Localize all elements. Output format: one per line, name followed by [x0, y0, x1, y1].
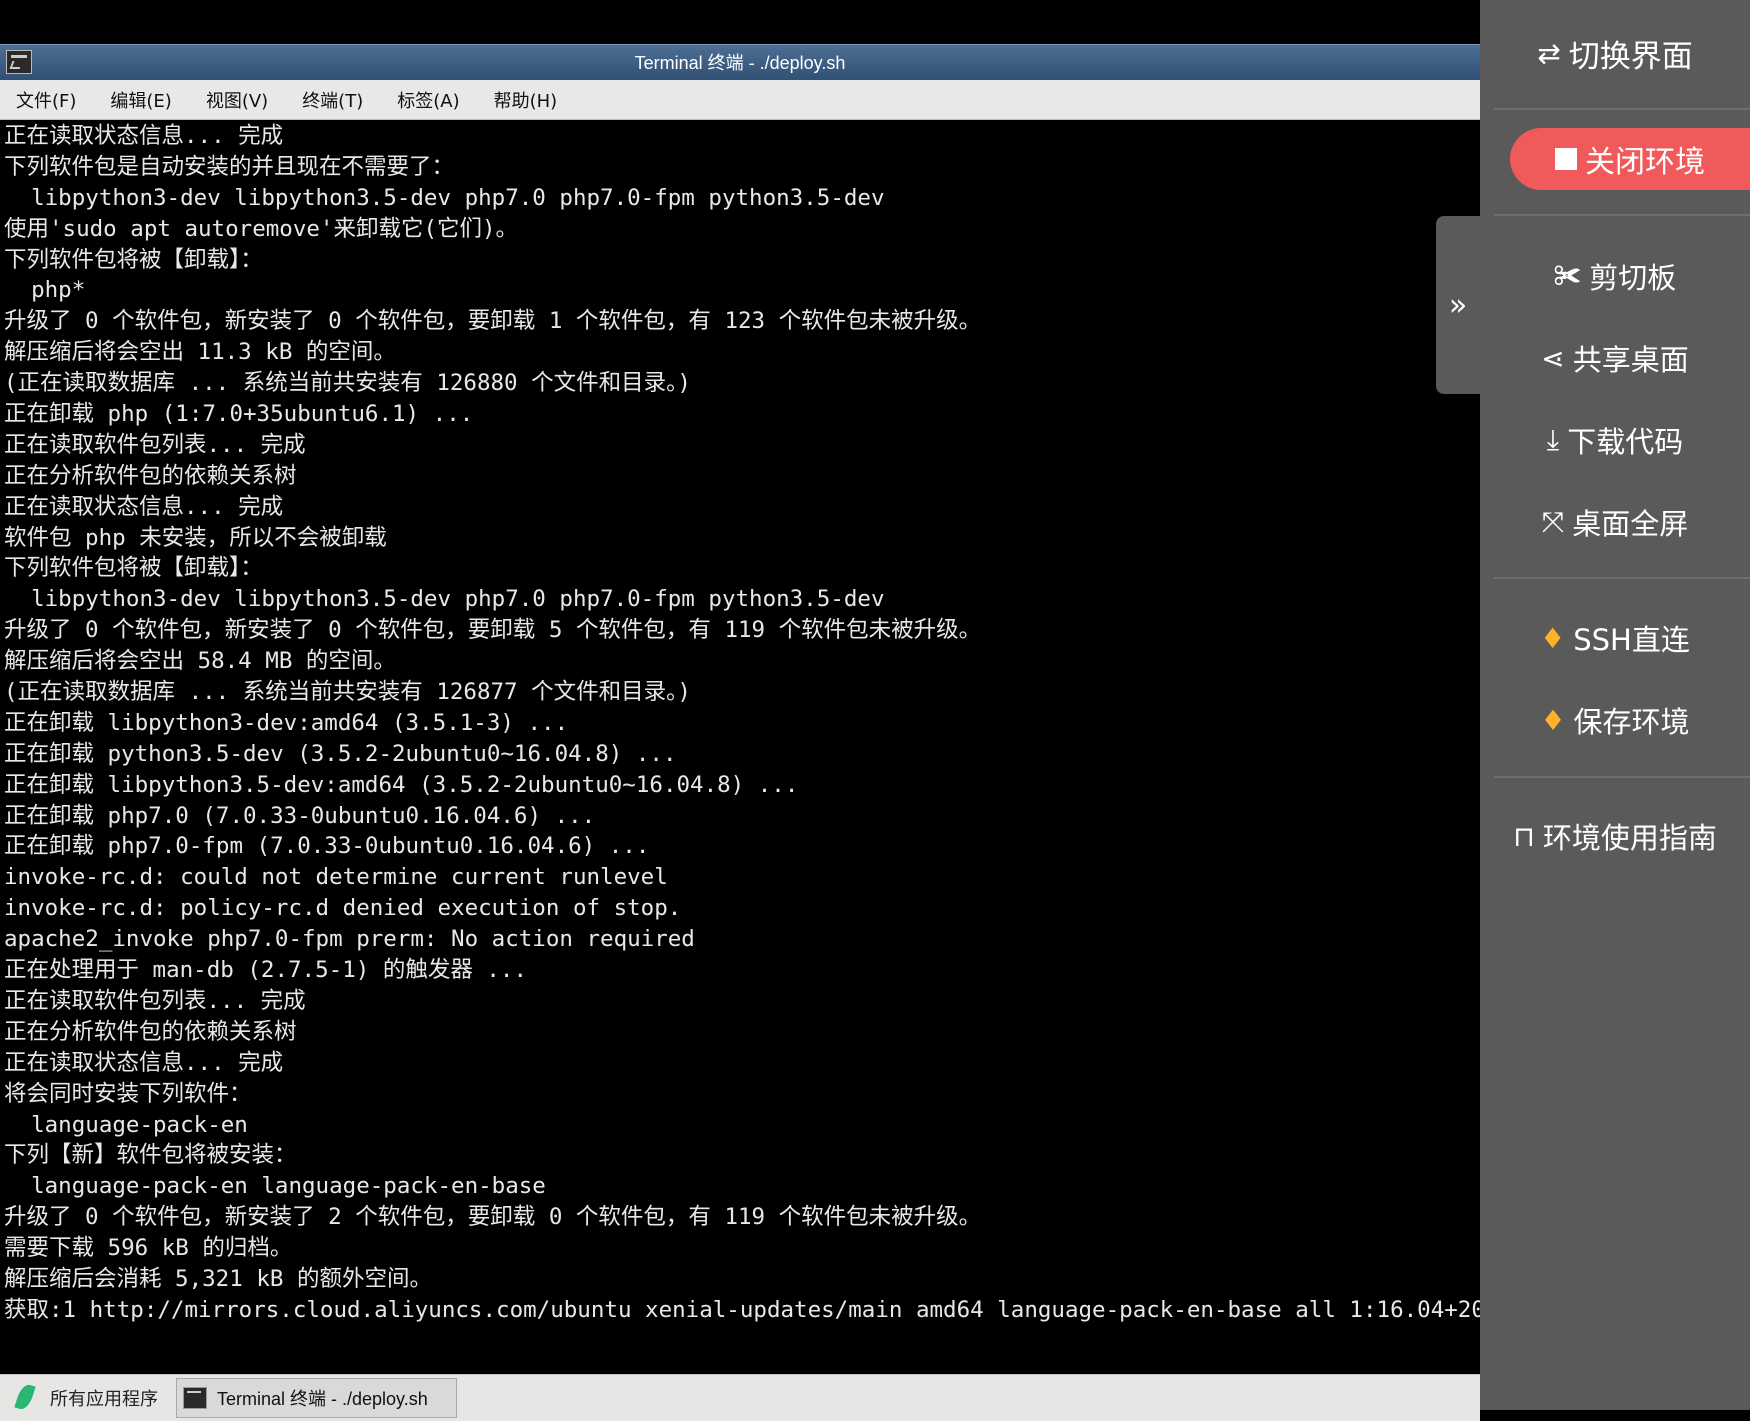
- clipboard-label: 剪切板: [1589, 261, 1677, 295]
- console-line: 将会同时安装下列软件：: [4, 1080, 252, 1107]
- console-line: 正在读取状态信息... 完成: [4, 493, 284, 520]
- side-panel: ⇄ 切换界面 关闭环境 ✀ 剪切板 ⋖ 共享桌面 ⤓ 下载代码 ⤧ 桌面全屏 ♦…: [1480, 0, 1750, 1410]
- console-line: apache2_invoke php7.0-fpm prerm: No acti…: [4, 926, 695, 953]
- console-line: 下列【新】软件包将被安装：: [4, 1142, 297, 1169]
- diamond-icon: ♦: [1540, 621, 1566, 655]
- console-line: 正在卸载 libpython3-dev:amd64 (3.5.1-3) ...: [4, 709, 569, 736]
- console-line: 正在卸载 libpython3.5-dev:amd64 (3.5.2-2ubun…: [4, 771, 799, 798]
- console-line: libpython3-dev libpython3.5-dev php7.0 p…: [4, 586, 885, 613]
- console-line: 下列软件包将被【卸载】：: [4, 246, 263, 273]
- download-icon: ⤓: [1546, 423, 1560, 456]
- stop-icon: [1555, 148, 1577, 170]
- console-line: 需要下载 596 kB 的归档。: [4, 1235, 293, 1262]
- console-line: 正在卸载 python3.5-dev (3.5.2-2ubuntu0~16.04…: [4, 740, 677, 767]
- menu-file[interactable]: 文件(F): [10, 87, 82, 113]
- save-environment-label: 保存环境: [1573, 705, 1690, 739]
- console-line: 正在分析软件包的依赖关系树: [4, 462, 297, 489]
- swap-arrows-icon: ⇄: [1537, 36, 1561, 70]
- environment-guide-label: 环境使用指南: [1542, 821, 1717, 855]
- console-line: 正在卸载 php7.0 (7.0.33-0ubuntu0.16.04.6) ..…: [4, 802, 596, 829]
- console-line: 解压缩后将会空出 11.3 kB 的空间。: [4, 339, 396, 366]
- menu-help[interactable]: 帮助(H): [488, 87, 564, 113]
- switch-interface-button[interactable]: ⇄ 切换界面: [1480, 22, 1750, 84]
- switch-interface-label: 切换界面: [1568, 38, 1693, 75]
- close-environment-label: 关闭环境: [1585, 145, 1705, 180]
- download-code-label: 下载代码: [1567, 425, 1684, 459]
- expand-icon: ⤧: [1541, 505, 1565, 538]
- taskbar-item-label: Terminal 终端 - ./deploy.sh: [217, 1389, 428, 1409]
- console-line: 升级了 0 个软件包，新安装了 0 个软件包，要卸载 1 个软件包，有 123 …: [4, 308, 982, 335]
- console-line: 升级了 0 个软件包，新安装了 0 个软件包，要卸载 5 个软件包，有 119 …: [4, 617, 982, 644]
- terminal-window[interactable]: Terminal 终端 - ./deploy.sh 文件(F) 编辑(E) 视图…: [0, 44, 1480, 1421]
- applications-menu-label: 所有应用程序: [50, 1389, 158, 1410]
- taskbar: 所有应用程序 Terminal 终端 - ./deploy.sh: [0, 1374, 1480, 1421]
- scissors-icon: ✀: [1553, 259, 1582, 292]
- console-line: 使用'sudo apt autoremove'来卸载它(它们)。: [4, 215, 519, 242]
- clipboard-button[interactable]: ✀ 剪切板: [1480, 248, 1750, 304]
- environment-guide-button[interactable]: ⊓ 环境使用指南: [1480, 808, 1750, 864]
- console-line: 升级了 0 个软件包，新安装了 2 个软件包，要卸载 0 个软件包，有 119 …: [4, 1204, 982, 1231]
- fullscreen-button[interactable]: ⤧ 桌面全屏: [1480, 494, 1750, 550]
- console-line: 正在读取软件包列表... 完成: [4, 431, 306, 458]
- save-environment-button[interactable]: ♦ 保存环境: [1480, 692, 1750, 748]
- divider: [1494, 108, 1750, 110]
- close-environment-button[interactable]: 关闭环境: [1510, 128, 1750, 190]
- divider: [1494, 577, 1750, 579]
- menubar: 文件(F) 编辑(E) 视图(V) 终端(T) 标签(A) 帮助(H): [0, 80, 1480, 120]
- console-line: 下列软件包将被【卸载】：: [4, 555, 263, 582]
- console-line: 正在卸载 php (1:7.0+35ubuntu6.1) ...: [4, 401, 474, 428]
- menu-tabs[interactable]: 标签(A): [391, 87, 465, 113]
- terminal-task-icon: [183, 1387, 207, 1409]
- divider: [1494, 214, 1750, 216]
- console-line: 正在读取状态信息... 完成: [4, 1049, 284, 1076]
- console-line: invoke-rc.d: policy-rc.d denied executio…: [4, 895, 682, 922]
- console-line: 正在处理用于 man-db (2.7.5-1) 的触发器 ...: [4, 957, 528, 984]
- console-line: 获取:1 http://mirrors.cloud.aliyuncs.com/u…: [4, 1296, 1480, 1323]
- share-desktop-button[interactable]: ⋖ 共享桌面: [1480, 330, 1750, 386]
- console-line: php*: [4, 277, 86, 304]
- menu-edit[interactable]: 编辑(E): [104, 87, 177, 113]
- terminal-output[interactable]: 正在读取状态信息... 完成 下列软件包是自动安装的并且现在不需要了： libp…: [0, 121, 1480, 1329]
- applications-menu-button[interactable]: 所有应用程序: [0, 1378, 172, 1418]
- console-line: (正在读取数据库 ... 系统当前共安装有 126877 个文件和目录。): [4, 679, 691, 706]
- menu-terminal[interactable]: 终端(T): [296, 87, 369, 113]
- console-line: invoke-rc.d: could not determine current…: [4, 864, 668, 891]
- console-line: 软件包 php 未安装，所以不会被卸载: [4, 524, 387, 551]
- share-desktop-label: 共享桌面: [1572, 343, 1689, 377]
- divider: [1494, 776, 1750, 778]
- double-chevron-right-icon: »: [1448, 287, 1468, 323]
- console-line: (正在读取数据库 ... 系统当前共安装有 126880 个文件和目录。): [4, 370, 691, 397]
- menu-view[interactable]: 视图(V): [200, 87, 274, 113]
- window-title: Terminal 终端 - ./deploy.sh: [634, 53, 846, 73]
- console-line: language-pack-en: [4, 1111, 248, 1138]
- ssh-connect-button[interactable]: ♦ SSH直连: [1480, 610, 1750, 666]
- window-titlebar[interactable]: Terminal 终端 - ./deploy.sh: [0, 44, 1480, 81]
- leaf-logo-icon: [16, 1382, 38, 1414]
- console-line: libpython3-dev libpython3.5-dev php7.0 p…: [4, 184, 885, 211]
- share-icon: ⋖: [1541, 341, 1565, 375]
- taskbar-item-terminal[interactable]: Terminal 终端 - ./deploy.sh: [176, 1378, 457, 1418]
- console-line: 正在读取软件包列表... 完成: [4, 987, 306, 1014]
- collapse-panel-button[interactable]: »: [1436, 216, 1480, 394]
- console-line: 下列软件包是自动安装的并且现在不需要了：: [4, 153, 455, 180]
- console-line: 正在分析软件包的依赖关系树: [4, 1018, 297, 1045]
- diamond-icon: ♦: [1540, 703, 1566, 737]
- ssh-connect-label: SSH直连: [1573, 623, 1690, 657]
- console-line: 解压缩后将会空出 58.4 MB 的空间。: [4, 648, 396, 675]
- console-line: language-pack-en language-pack-en-base: [4, 1173, 546, 1200]
- console-line: 正在卸载 php7.0-fpm (7.0.33-0ubuntu0.16.04.6…: [4, 833, 650, 860]
- console-line: 正在读取状态信息... 完成: [4, 123, 284, 149]
- fullscreen-label: 桌面全屏: [1572, 507, 1689, 541]
- bookmark-icon: ⊓: [1513, 819, 1535, 853]
- download-code-button[interactable]: ⤓ 下载代码: [1480, 412, 1750, 468]
- console-line: 解压缩后会消耗 5,321 kB 的额外空间。: [4, 1265, 432, 1292]
